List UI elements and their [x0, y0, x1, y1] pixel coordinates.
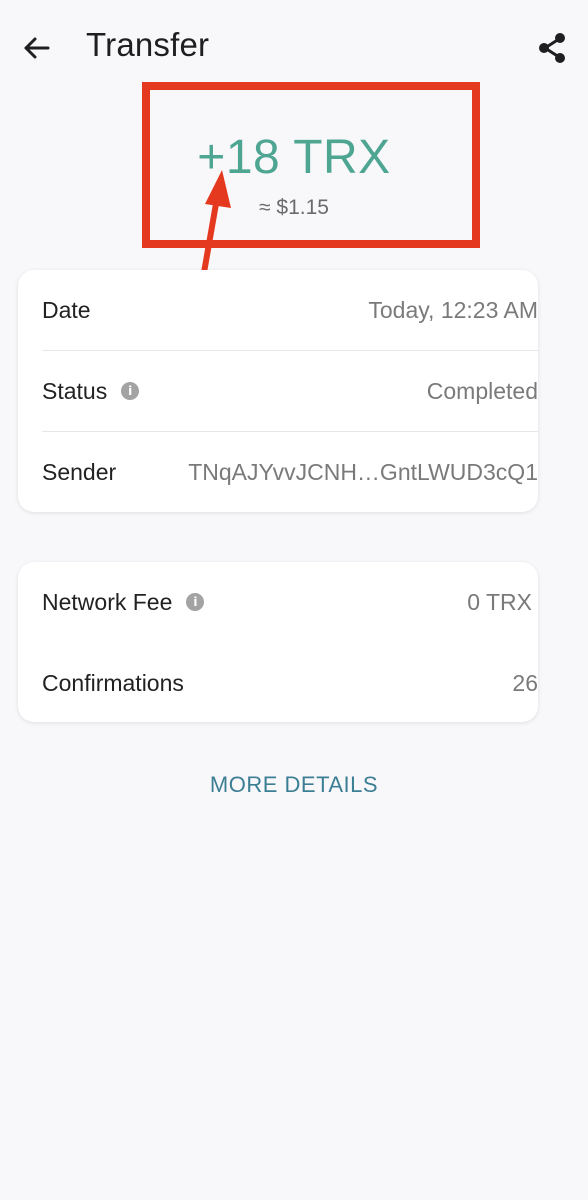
status-label: Status	[42, 377, 108, 404]
date-row: Date Today, 12:23 AM	[42, 270, 538, 350]
date-label: Date	[42, 296, 91, 323]
sender-row: Sender TNqAJYvvJCNH…GntLWUD3cQ1	[42, 432, 538, 512]
share-button[interactable]	[532, 28, 572, 68]
fee-card: Network Fee i 0 TRX Confirmations 26	[18, 562, 538, 722]
date-value: Today, 12:23 AM	[368, 296, 538, 323]
sender-address[interactable]: TNqAJYvvJCNH…GntLWUD3cQ1	[188, 459, 538, 486]
status-row: Status i Completed	[42, 351, 538, 431]
network-fee-value: 0 TRX	[467, 588, 532, 615]
more-details-button[interactable]: MORE DETAILS	[0, 772, 588, 798]
back-button[interactable]	[18, 30, 54, 66]
confirmations-value: 26	[512, 669, 538, 696]
sender-label: Sender	[42, 458, 117, 485]
arrow-left-icon	[24, 37, 50, 59]
network-fee-label: Network Fee	[42, 588, 173, 615]
status-value: Completed	[426, 377, 538, 404]
share-icon	[539, 33, 565, 63]
info-icon[interactable]: i	[186, 593, 205, 611]
app-bar: Transfer	[0, 0, 588, 96]
confirmations-label: Confirmations	[42, 669, 184, 696]
network-fee-row: Network Fee i 0 TRX	[42, 562, 538, 642]
confirmations-row: Confirmations 26	[42, 643, 538, 723]
fiat-value: ≈ $1.15	[259, 196, 329, 219]
transfer-details-card: Date Today, 12:23 AM Status i Completed …	[18, 270, 538, 512]
transfer-amount: +18 TRX	[197, 131, 391, 184]
info-icon[interactable]: i	[121, 382, 140, 400]
page-title: Transfer	[86, 26, 210, 63]
